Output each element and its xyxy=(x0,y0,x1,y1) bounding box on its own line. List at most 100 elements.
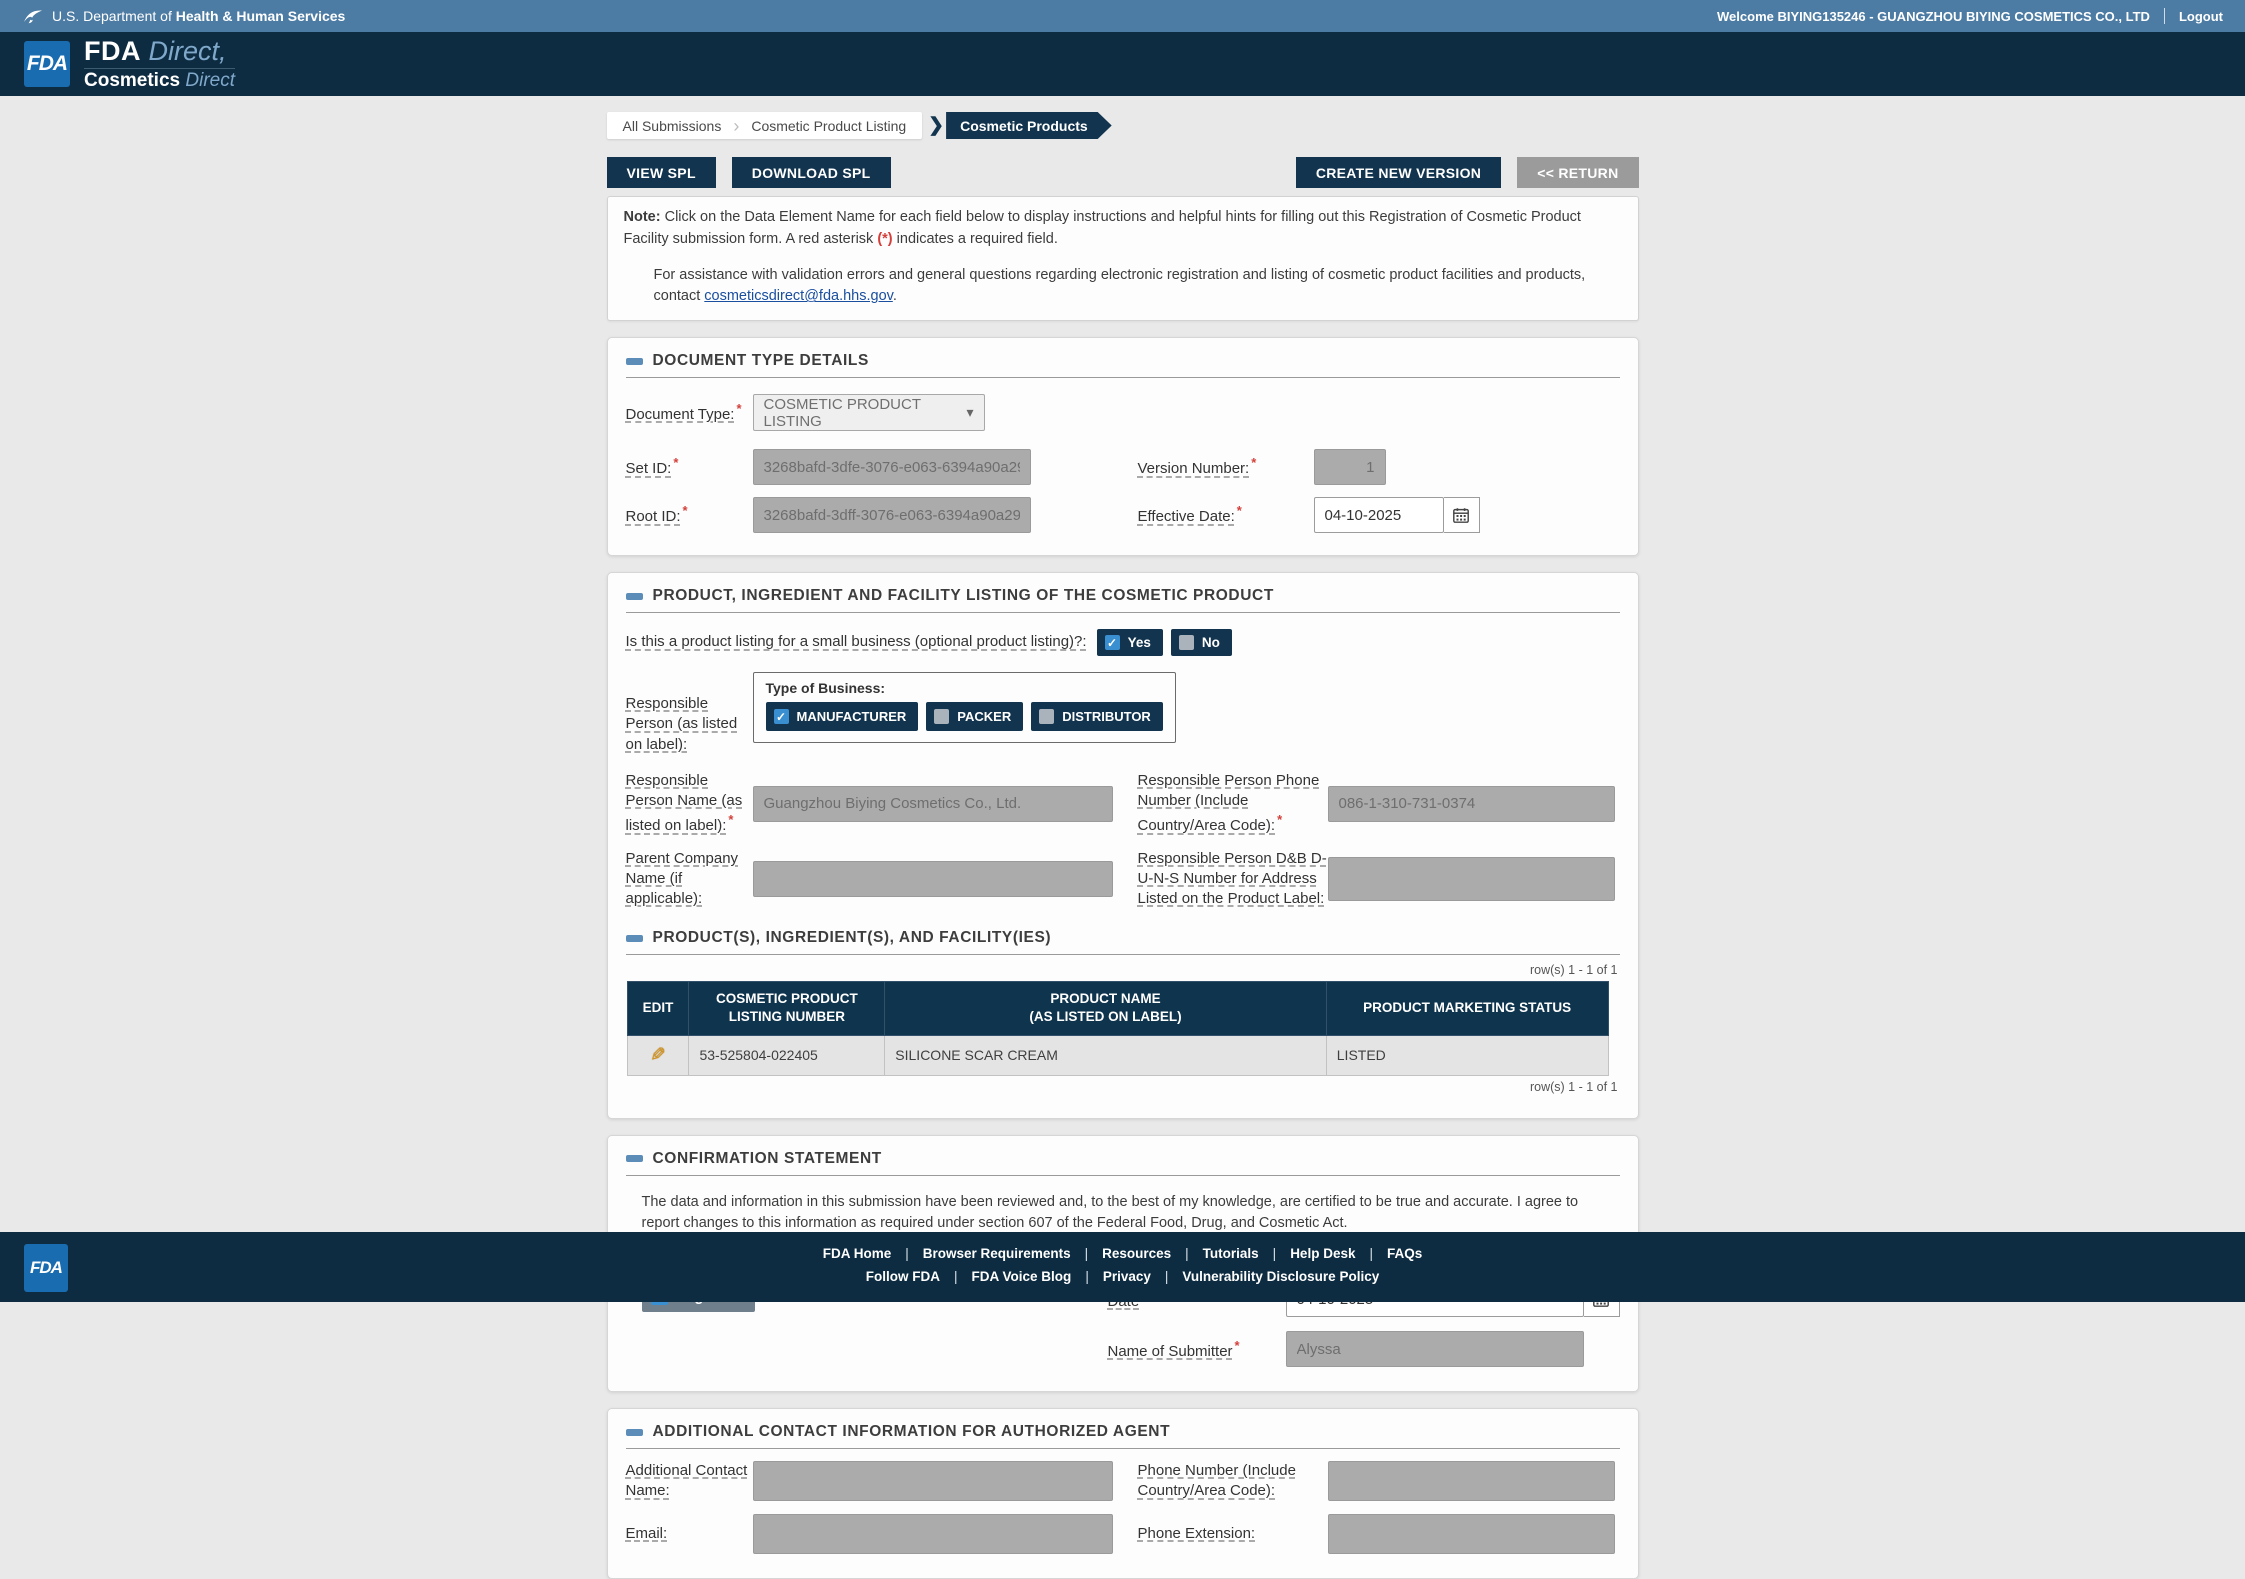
effective-date-field[interactable] xyxy=(1314,497,1444,533)
root-id-field xyxy=(753,497,1031,533)
effective-date-label[interactable]: Effective Date:* xyxy=(1138,502,1314,527)
collapse-icon[interactable] xyxy=(626,935,643,942)
unchecked-checkbox-icon xyxy=(934,709,949,724)
document-type-details-panel: DOCUMENT TYPE DETAILS Document Type:* CO… xyxy=(607,337,1639,556)
version-number-label[interactable]: Version Number:* xyxy=(1138,454,1314,479)
collapse-icon[interactable] xyxy=(626,1429,643,1436)
responsible-person-label[interactable]: Responsible Person (as listed on label): xyxy=(626,672,753,755)
welcome-user-text: Welcome BIYING135246 - GUANGZHOU BIYING … xyxy=(1717,9,2150,24)
section-title-document-type: DOCUMENT TYPE DETAILS xyxy=(653,352,869,370)
hhs-eagle-icon xyxy=(22,7,44,25)
hhs-department-label: U.S. Department of Health & Human Servic… xyxy=(22,7,345,25)
column-header-edit: EDIT xyxy=(627,982,689,1035)
dept-prefix: U.S. Department of xyxy=(52,8,172,24)
breadcrumb-cosmetic-product-listing[interactable]: Cosmetic Product Listing xyxy=(739,118,918,134)
logout-link[interactable]: Logout xyxy=(2179,9,2223,24)
divider: | xyxy=(1165,1269,1169,1284)
column-header-listing-number: COSMETIC PRODUCTLISTING NUMBER xyxy=(689,982,885,1035)
agent-phone-extension-label[interactable]: Phone Extension: xyxy=(1138,1524,1328,1544)
additional-contact-panel: ADDITIONAL CONTACT INFORMATION FOR AUTHO… xyxy=(607,1408,1639,1579)
divider: | xyxy=(954,1269,958,1284)
note-panel: Note: Click on the Data Element Name for… xyxy=(607,196,1639,321)
table-row-count-bottom: row(s) 1 - 1 of 1 xyxy=(628,1080,1618,1094)
footer-link-help-desk[interactable]: Help Desk xyxy=(1290,1246,1355,1261)
footer-link-fda-home[interactable]: FDA Home xyxy=(823,1246,892,1261)
footer-link-follow-fda[interactable]: Follow FDA xyxy=(866,1269,940,1284)
footer-link-resources[interactable]: Resources xyxy=(1102,1246,1171,1261)
cosmeticsdirect-email-link[interactable]: cosmeticsdirect@fda.hhs.gov xyxy=(704,288,893,304)
parent-company-label[interactable]: Parent Company Name (if applicable): xyxy=(626,849,753,910)
fda-footer-logo[interactable]: FDA xyxy=(24,1244,68,1292)
unchecked-checkbox-icon xyxy=(1179,635,1194,650)
root-id-label[interactable]: Root ID:* xyxy=(626,502,753,527)
brand-cosmetics-direct: Direct xyxy=(185,70,235,91)
footer-link-privacy[interactable]: Privacy xyxy=(1103,1269,1151,1284)
page-footer: FDA FDA Home | Browser Requirements | Reso… xyxy=(0,1232,2245,1302)
section-title-products: PRODUCT(S), INGREDIENT(S), AND FACILITY(… xyxy=(653,929,1052,947)
fda-logo[interactable]: FDA xyxy=(24,41,70,87)
footer-link-browser-requirements[interactable]: Browser Requirements xyxy=(923,1246,1071,1261)
set-id-label[interactable]: Set ID:* xyxy=(626,454,753,479)
small-business-no-toggle[interactable]: No xyxy=(1171,629,1232,656)
additional-contact-name-label[interactable]: Additional Contact Name: xyxy=(626,1461,753,1502)
edit-pencil-icon[interactable]: ✎ xyxy=(650,1044,666,1067)
name-of-submitter-field xyxy=(1286,1331,1584,1367)
product-ingredient-facility-panel: PRODUCT, INGREDIENT AND FACILITY LISTING… xyxy=(607,572,1639,1119)
name-of-submitter-label[interactable]: Name of Submitter* xyxy=(1108,1337,1286,1362)
rp-duns-field xyxy=(1328,857,1615,901)
business-type-packer-toggle[interactable]: PACKER xyxy=(926,702,1023,731)
app-brand: FDA Direct, Cosmetics Direct xyxy=(84,37,235,90)
column-header-marketing-status: PRODUCT MARKETING STATUS xyxy=(1326,982,1608,1035)
collapse-icon[interactable] xyxy=(626,1155,643,1162)
chevron-down-icon: ▾ xyxy=(966,404,973,421)
agent-phone-extension-field xyxy=(1328,1514,1615,1554)
collapse-icon[interactable] xyxy=(626,358,643,365)
footer-links-row-2: Follow FDA | FDA Voice Blog | Privacy | Vul… xyxy=(0,1261,2245,1284)
agent-phone-field xyxy=(1328,1461,1615,1501)
document-type-value: COSMETIC PRODUCT LISTING xyxy=(764,396,967,430)
download-spl-button[interactable]: DOWNLOAD SPL xyxy=(732,157,891,188)
small-business-yes-toggle[interactable]: ✓ Yes xyxy=(1097,629,1163,656)
return-button[interactable]: << RETURN xyxy=(1517,157,1638,188)
additional-contact-name-field xyxy=(753,1461,1113,1501)
footer-link-faqs[interactable]: FAQs xyxy=(1387,1246,1422,1261)
collapse-icon[interactable] xyxy=(626,593,643,600)
divider: | xyxy=(1085,1246,1089,1261)
parent-company-field xyxy=(753,861,1113,897)
divider: | xyxy=(1085,1269,1089,1284)
brand-direct: Direct, xyxy=(149,36,227,66)
cell-marketing-status: LISTED xyxy=(1326,1035,1608,1075)
rp-name-label[interactable]: Responsible Person Name (as listed on la… xyxy=(626,771,753,837)
create-new-version-button[interactable]: CREATE NEW VERSION xyxy=(1296,157,1501,188)
footer-link-fda-voice-blog[interactable]: FDA Voice Blog xyxy=(972,1269,1072,1284)
footer-link-tutorials[interactable]: Tutorials xyxy=(1203,1246,1259,1261)
column-header-product-name: PRODUCT NAME(AS LISTED ON LABEL) xyxy=(885,982,1326,1035)
agent-phone-label[interactable]: Phone Number (Include Country/Area Code)… xyxy=(1138,1461,1328,1502)
checked-checkbox-icon: ✓ xyxy=(774,709,789,724)
brand-fda: FDA xyxy=(84,36,141,66)
products-table: EDIT COSMETIC PRODUCTLISTING NUMBER PROD… xyxy=(627,981,1609,1075)
rp-phone-label[interactable]: Responsible Person Phone Number (Include… xyxy=(1138,771,1328,837)
unchecked-checkbox-icon xyxy=(1039,709,1054,724)
effective-date-calendar-button[interactable] xyxy=(1444,497,1480,533)
business-type-distributor-toggle[interactable]: DISTRIBUTOR xyxy=(1031,702,1163,731)
type-of-business-label: Type of Business: xyxy=(766,680,1163,696)
dept-name: Health & Human Services xyxy=(176,8,346,24)
view-spl-button[interactable]: VIEW SPL xyxy=(607,157,716,188)
required-asterisk-example: (*) xyxy=(877,231,892,247)
rp-duns-label[interactable]: Responsible Person D&B D-U-N-S Number fo… xyxy=(1138,849,1328,910)
breadcrumb-all-submissions[interactable]: All Submissions xyxy=(611,118,734,134)
footer-link-vulnerability-disclosure[interactable]: Vulnerability Disclosure Policy xyxy=(1182,1269,1379,1284)
agent-email-label[interactable]: Email: xyxy=(626,1524,753,1544)
divider xyxy=(2164,8,2165,24)
breadcrumb-cosmetic-products-active[interactable]: Cosmetic Products xyxy=(946,112,1112,139)
document-type-label[interactable]: Document Type:* xyxy=(626,400,753,425)
brand-cosmetics: Cosmetics xyxy=(84,70,180,91)
business-type-manufacturer-toggle[interactable]: ✓ MANUFACTURER xyxy=(766,702,919,731)
rp-phone-field xyxy=(1328,786,1615,822)
cell-listing-number: 53-525804-022405 xyxy=(689,1035,885,1075)
checked-checkbox-icon: ✓ xyxy=(1105,635,1120,650)
document-type-select: COSMETIC PRODUCT LISTING ▾ xyxy=(753,394,985,431)
app-header: FDA FDA Direct, Cosmetics Direct xyxy=(0,32,2245,96)
small-business-question-label[interactable]: Is this a product listing for a small bu… xyxy=(626,632,1087,652)
